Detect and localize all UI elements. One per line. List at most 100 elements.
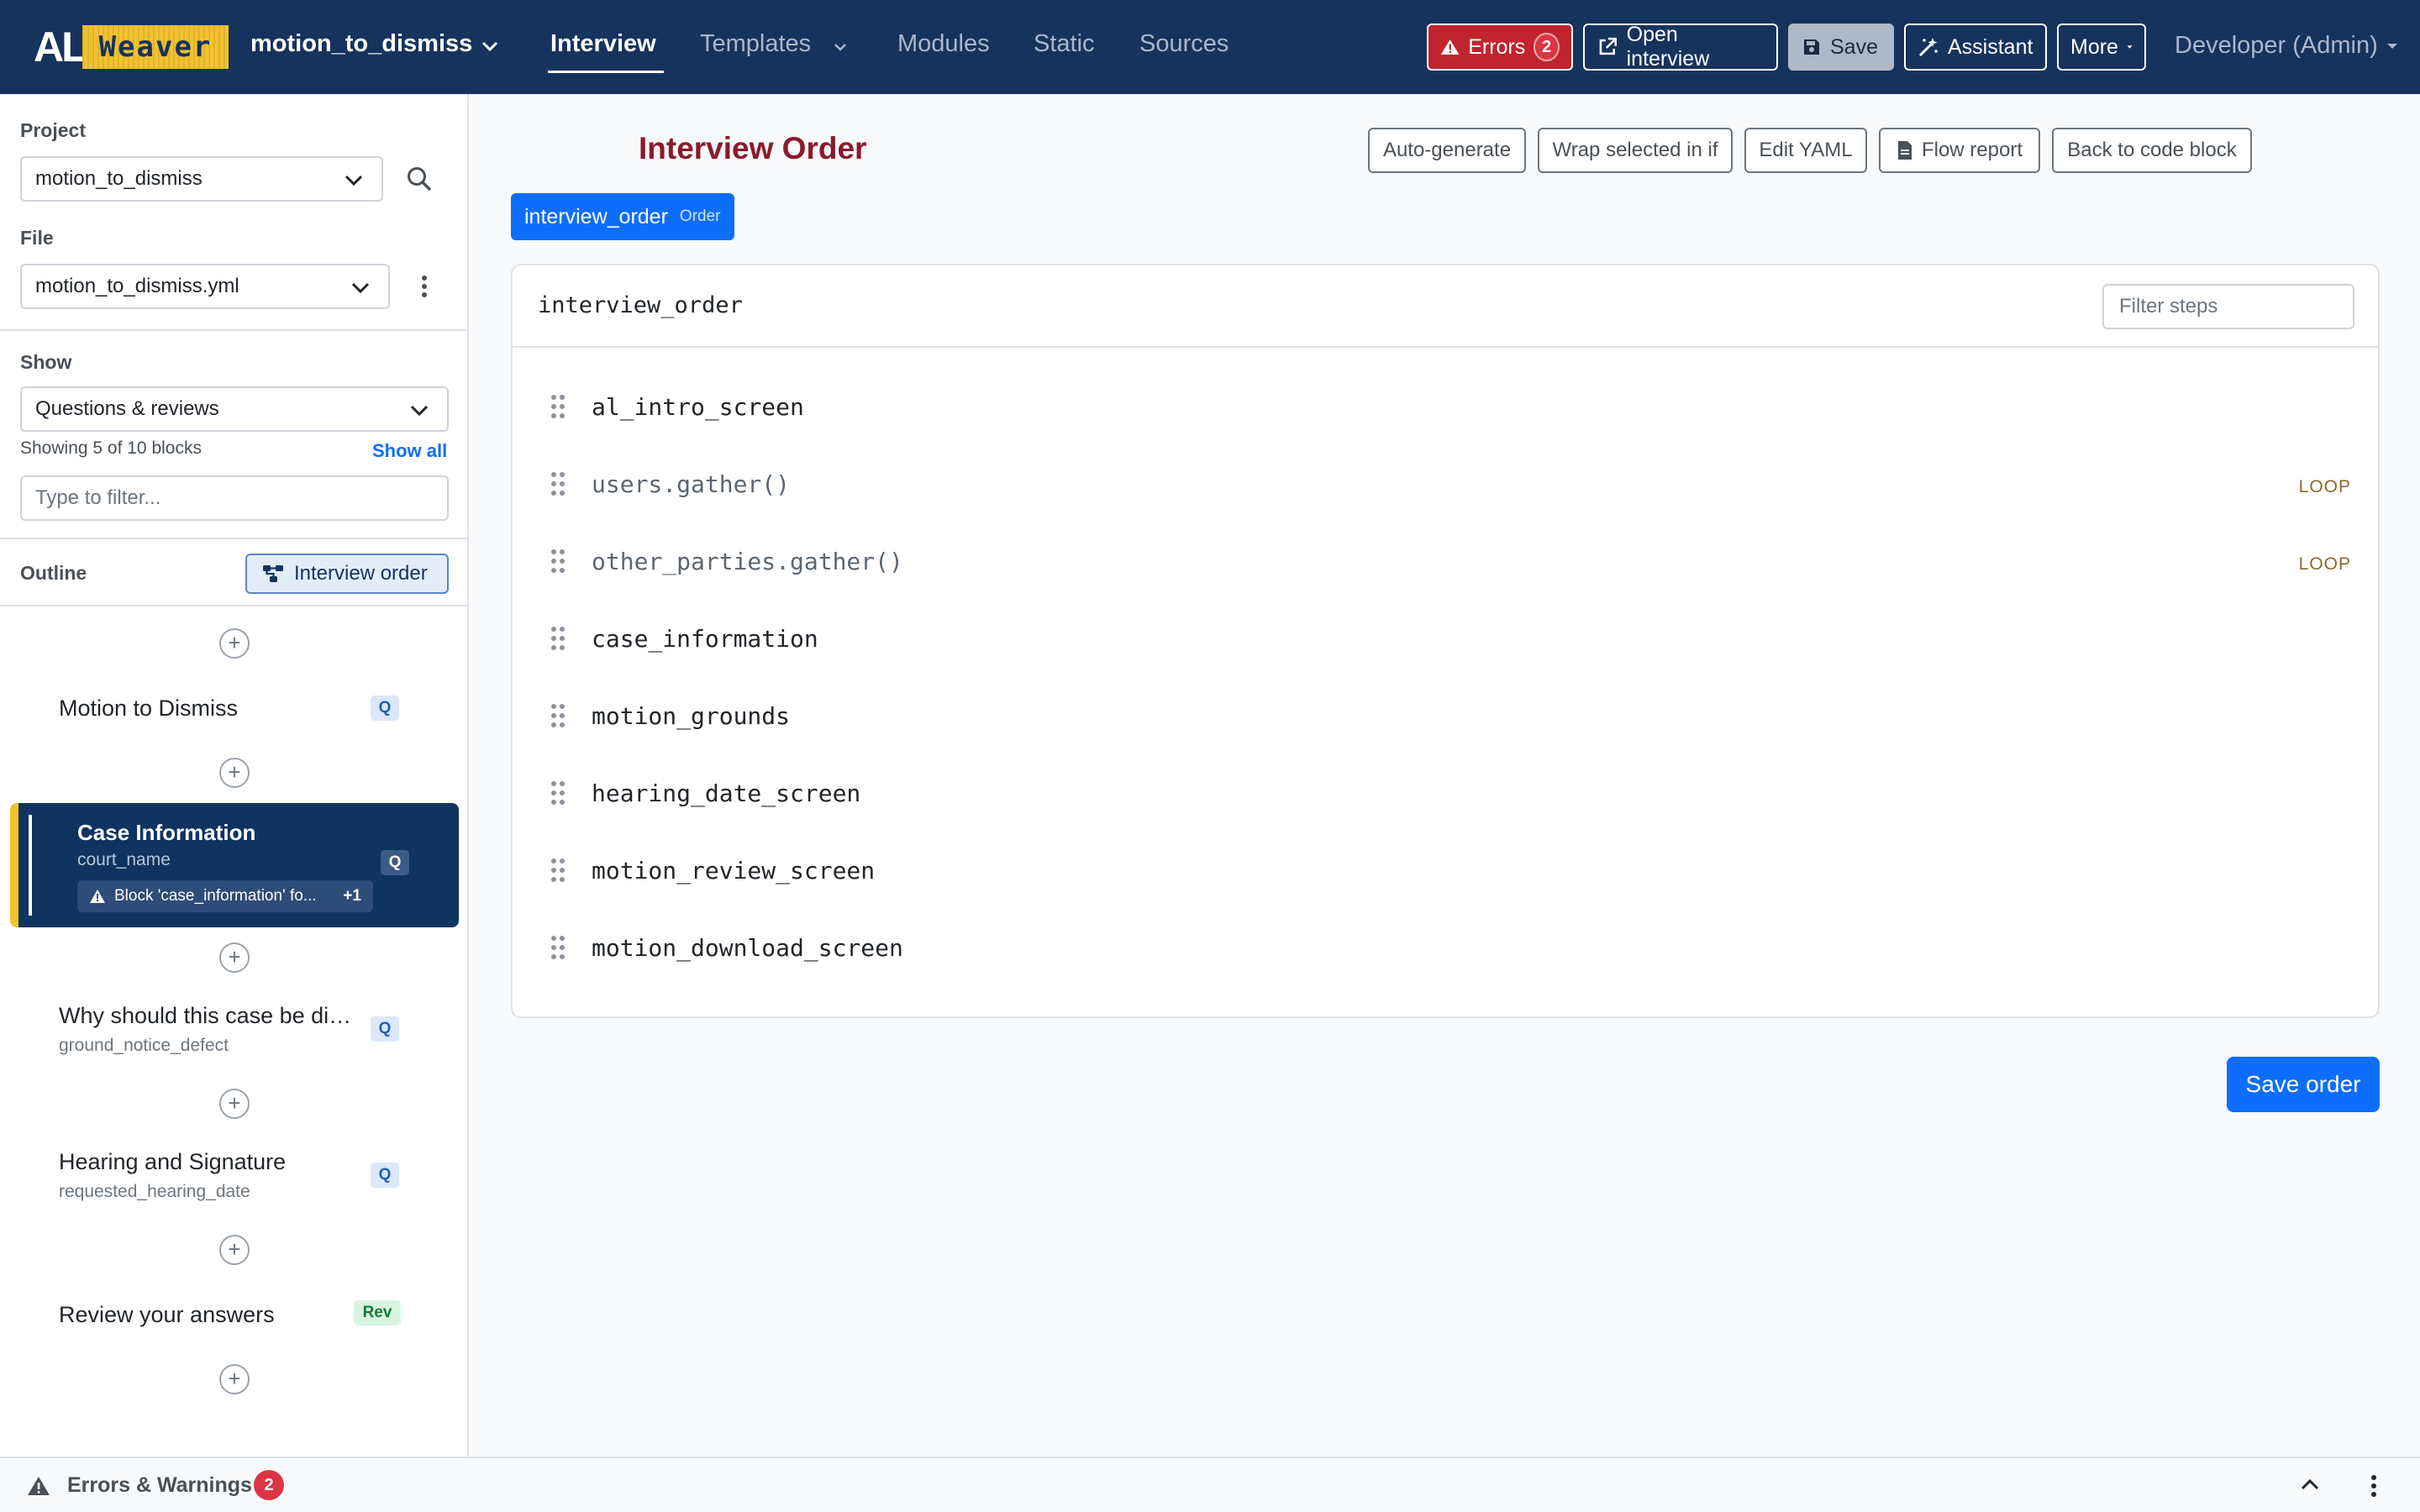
project-select-value: motion_to_dismiss (35, 167, 203, 190)
app-logo[interactable]: AL Weaver (34, 25, 229, 69)
active-tab-underline (548, 71, 664, 73)
nav-templates[interactable]: Templates (700, 30, 811, 58)
tab-tag: Order (679, 207, 721, 225)
more-button[interactable]: More (2057, 24, 2146, 71)
outline-item[interactable]: Hearing and Signature requested_hearing_… (59, 1149, 412, 1202)
file-select[interactable]: motion_to_dismiss.yml (20, 264, 390, 309)
outline-item-title: Hearing and Signature (59, 1149, 287, 1174)
divider (0, 538, 469, 539)
magic-wand-icon (1918, 38, 1938, 57)
errors-warnings-bar[interactable]: Errors & Warnings 2 (0, 1457, 2420, 1512)
kebab-icon[interactable] (2368, 1472, 2380, 1500)
add-block-button[interactable]: + (219, 942, 250, 973)
order-step[interactable]: case_information (513, 600, 2378, 677)
more-label: More (2070, 34, 2118, 59)
caret-down-icon (2386, 43, 2397, 49)
user-label: Developer (Admin) (2175, 32, 2378, 59)
outline-item[interactable]: Motion to Dismiss (59, 696, 412, 722)
show-all-link[interactable]: Show all (372, 440, 447, 462)
outline-item-title: Motion to Dismiss (59, 696, 239, 721)
external-link-icon (1599, 37, 1617, 55)
chevron-down-icon (351, 282, 370, 294)
grip-icon[interactable] (550, 470, 566, 497)
card-header: interview_order Filter steps (513, 265, 2378, 348)
add-block-button[interactable]: + (219, 758, 250, 788)
chevron-down-icon[interactable] (832, 39, 849, 55)
grip-icon[interactable] (550, 780, 566, 806)
show-select-value: Questions & reviews (35, 397, 219, 420)
wrap-in-if-button[interactable]: Wrap selected in if (1538, 128, 1733, 173)
add-block-button[interactable]: + (219, 1089, 250, 1119)
assistant-button[interactable]: Assistant (1904, 24, 2047, 71)
order-step[interactable]: other_parties.gather() LOOP (513, 522, 2378, 600)
chevron-up-icon[interactable] (2299, 1475, 2321, 1494)
project-select[interactable]: motion_to_dismiss (20, 156, 383, 202)
order-step[interactable]: motion_download_screen (513, 909, 2378, 986)
back-to-code-button[interactable]: Back to code block (2052, 128, 2252, 173)
errors-count-badge: 2 (1534, 33, 1560, 61)
outline-item-selected[interactable]: Case Information court_name Q Block 'cas… (10, 803, 459, 927)
sidebar: Project motion_to_dismiss File motion_to… (0, 94, 469, 1457)
add-block-button[interactable]: + (219, 628, 250, 659)
outline-item-title: Review your answers (59, 1302, 275, 1327)
step-name: users.gather() (592, 470, 791, 498)
auto-generate-button[interactable]: Auto-generate (1368, 128, 1526, 173)
grip-icon[interactable] (550, 934, 566, 961)
order-step[interactable]: al_intro_screen (513, 368, 2378, 445)
grip-icon[interactable] (550, 702, 566, 729)
file-label: File (20, 227, 54, 249)
document-icon (1897, 141, 1912, 160)
warning-icon (90, 890, 105, 903)
errors-button[interactable]: Errors 2 (1427, 24, 1573, 71)
block-warning-more: +1 (343, 887, 361, 905)
add-block-button[interactable]: + (219, 1235, 250, 1265)
errors-warnings-label: Errors & Warnings (67, 1473, 252, 1497)
save-label: Save (1830, 34, 1878, 59)
save-icon (1804, 39, 1819, 55)
warning-icon (28, 1477, 50, 1495)
show-select[interactable]: Questions & reviews (20, 386, 449, 432)
nav-sources[interactable]: Sources (1139, 30, 1228, 58)
loop-tag: LOOP (2298, 554, 2351, 574)
order-step[interactable]: motion_grounds (513, 677, 2378, 754)
save-button[interactable]: Save (1788, 24, 1894, 71)
block-warning-chip[interactable]: Block 'case_information' fo... +1 (77, 880, 373, 912)
kebab-icon[interactable] (417, 272, 432, 301)
filter-steps-input[interactable]: Filter steps (2102, 284, 2354, 329)
outline-item-variable: requested_hearing_date (59, 1182, 250, 1201)
outline-label: Outline (20, 562, 87, 584)
step-name: hearing_date_screen (592, 780, 861, 807)
divider (0, 605, 469, 606)
step-name: motion_review_screen (592, 857, 876, 885)
nav-static[interactable]: Static (1034, 30, 1095, 58)
edit-yaml-button[interactable]: Edit YAML (1744, 128, 1867, 173)
chevron-down-icon (345, 175, 363, 186)
open-interview-button[interactable]: Open interview (1583, 23, 1778, 71)
grip-icon[interactable] (550, 548, 566, 575)
search-icon[interactable] (405, 165, 434, 193)
order-step[interactable]: hearing_date_screen (513, 754, 2378, 832)
add-block-button[interactable]: + (219, 1364, 250, 1394)
outline-item[interactable]: Why should this case be dis... ground_no… (59, 1003, 412, 1056)
flow-report-button[interactable]: Flow report (1879, 128, 2040, 173)
grip-icon[interactable] (550, 625, 566, 652)
order-step[interactable]: users.gather() LOOP (513, 445, 2378, 522)
chevron-down-icon[interactable] (479, 35, 501, 57)
interview-order-button[interactable]: Interview order (245, 554, 449, 594)
nav-modules[interactable]: Modules (897, 30, 990, 58)
step-name: case_information (592, 625, 818, 653)
outline-item-variable: ground_notice_defect (59, 1036, 229, 1055)
order-step[interactable]: motion_review_screen (513, 832, 2378, 909)
logo-weaver: Weaver (82, 25, 229, 69)
nav-interview[interactable]: Interview (550, 30, 656, 58)
interview-order-card: interview_order Filter steps al_intro_sc… (511, 264, 2380, 1018)
user-menu[interactable]: Developer (Admin) (2175, 32, 2398, 60)
save-order-button[interactable]: Save order (2227, 1057, 2380, 1112)
project-title[interactable]: motion_to_dismiss (250, 30, 472, 58)
grip-icon[interactable] (550, 857, 566, 884)
show-label: Show (20, 351, 72, 373)
outline-filter-input[interactable]: Type to filter... (20, 475, 449, 521)
errors-warnings-count: 2 (254, 1470, 284, 1500)
tab-interview-order[interactable]: interview_order Order (511, 193, 734, 240)
grip-icon[interactable] (550, 393, 566, 420)
